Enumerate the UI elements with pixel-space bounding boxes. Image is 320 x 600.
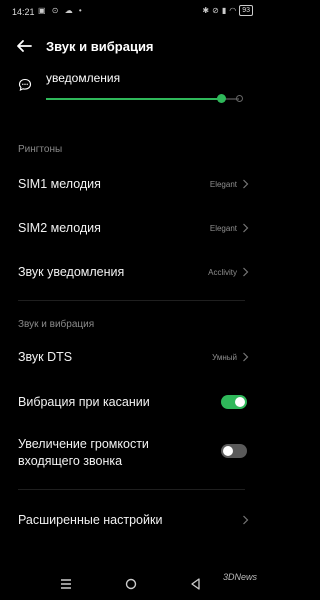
status-notification-icons: ▣ ⊙ ☁ • (38, 6, 84, 15)
row-label: Увеличение громкости входящего звонка (18, 437, 149, 468)
notifications-volume-slider[interactable] (46, 94, 239, 103)
page-title: Звук и вибрация (46, 39, 154, 54)
section-header-sound-vibration: Звук и вибрация (18, 319, 95, 330)
row-advanced-settings[interactable]: Расширенные настройки (0, 504, 263, 536)
row-sim2-ringtone[interactable]: SIM2 мелодия Elegant (0, 212, 263, 244)
notifications-volume-label: уведомления (46, 71, 121, 85)
mute-icon: ⊘ (212, 6, 219, 15)
chevron-right-icon (243, 223, 249, 233)
row-label: Расширенные настройки (18, 513, 163, 527)
battery-indicator: 93 (239, 5, 253, 16)
row-sim1-ringtone[interactable]: SIM1 мелодия Elegant (0, 168, 263, 200)
row-notification-sound[interactable]: Звук уведомления Acclivity (0, 256, 263, 288)
chevron-right-icon (243, 179, 249, 189)
notifications-volume-row: уведомления (0, 68, 263, 112)
section-divider (18, 489, 245, 490)
chevron-right-icon (243, 515, 249, 525)
wifi-icon: ◠ (229, 6, 237, 15)
row-touch-vibration[interactable]: Вибрация при касании (0, 386, 263, 418)
chevron-right-icon (243, 352, 249, 362)
increasing-volume-toggle[interactable] (221, 444, 247, 458)
back-triangle-icon[interactable] (188, 576, 204, 592)
home-icon[interactable] (123, 576, 139, 592)
back-arrow-icon[interactable] (14, 36, 34, 56)
row-value: Elegant (209, 224, 237, 233)
row-label: Звук уведомления (18, 265, 125, 279)
slider-fill (46, 98, 222, 100)
row-value: Умный (212, 353, 237, 362)
signal-icon: ▮ (221, 6, 227, 15)
bluetooth-icon: ✱ (202, 6, 210, 15)
row-label: Звук DTS (18, 350, 73, 364)
section-header-ringtones: Рингтоны (18, 144, 63, 155)
row-value: Elegant (209, 180, 237, 189)
row-label: SIM2 мелодия (18, 221, 101, 235)
row-label: Вибрация при касании (18, 395, 150, 409)
row-label: SIM1 мелодия (18, 177, 101, 191)
row-dts-sound[interactable]: Звук DTS Умный (0, 341, 263, 373)
status-bar: 14:21 ▣ ⊙ ☁ • ✱ ⊘ ▮ ◠ 93 (0, 0, 263, 24)
chevron-right-icon (243, 267, 249, 277)
slider-end-marker (236, 95, 243, 102)
app-bar: Звук и вибрация (0, 32, 263, 62)
watermark-logo: 3DNews (222, 572, 257, 582)
toggle-knob (223, 446, 233, 456)
status-time: 14:21 (12, 7, 35, 17)
menu-icon[interactable] (58, 576, 74, 592)
row-value: Acclivity (208, 268, 237, 277)
row-increasing-ring-volume[interactable]: Увеличение громкости входящего звонка (0, 432, 263, 472)
section-divider (18, 300, 245, 301)
chat-bubble-icon (18, 78, 32, 91)
touch-vibration-toggle[interactable] (221, 395, 247, 409)
status-right-icons: ✱ ⊘ ▮ ◠ 93 (202, 5, 253, 16)
toggle-knob (235, 397, 245, 407)
slider-thumb[interactable] (217, 94, 227, 103)
